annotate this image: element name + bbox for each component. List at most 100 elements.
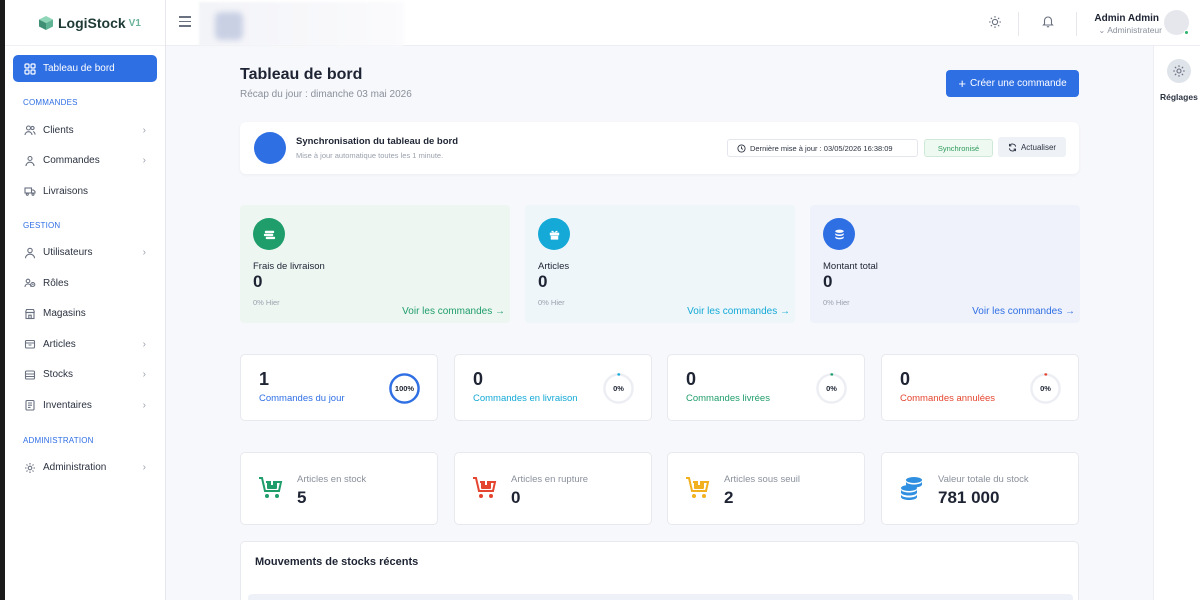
chevron-right-icon: › — [142, 399, 146, 411]
stock-card-total-value[interactable]: Valeur totale du stock 781 000 — [881, 452, 1079, 525]
progress-percent: 0% — [826, 384, 837, 393]
sidebar-item-label: Inventaires — [43, 399, 92, 411]
settings-label[interactable]: Réglages — [1160, 92, 1198, 102]
sync-status-icon — [254, 132, 286, 164]
stat-card-total-amount: Montant total 0 0% Hier Voir les command… — [810, 205, 1080, 323]
plus-icon: + — [958, 75, 966, 91]
chevron-down-icon: ⌄ — [1098, 26, 1106, 35]
sidebar-item-label: Utilisateurs — [43, 247, 93, 259]
truck-icon — [24, 185, 36, 197]
stat-comparison: 0% Hier — [253, 298, 280, 307]
order-label: Commandes en livraison — [473, 393, 578, 404]
chevron-right-icon: › — [142, 124, 146, 136]
sync-status-badge: Synchronisé — [924, 139, 993, 157]
sidebar-item-roles[interactable]: Rôles — [13, 268, 157, 299]
online-status-dot — [1184, 30, 1189, 35]
stock-card-in-stock[interactable]: Articles en stock 5 — [240, 452, 438, 525]
progress-percent: 100% — [394, 384, 415, 393]
app-name: LogiStock — [58, 14, 126, 31]
page-title: Tableau de bord — [240, 66, 363, 83]
stock-card-below-threshold[interactable]: Articles sous seuil 2 — [667, 452, 865, 525]
sidebar-item-label: Commandes — [43, 155, 100, 167]
sidebar-item-utilisateurs[interactable]: Utilisateurs › — [13, 238, 157, 269]
view-orders-link[interactable]: Voir les commandes → — [687, 306, 790, 317]
sidebar-item-label: Magasins — [43, 308, 86, 320]
sidebar-item-dashboard[interactable]: Tableau de bord — [13, 55, 157, 82]
divider — [1076, 12, 1077, 36]
sidebar-item-clients[interactable]: Clients › — [13, 115, 157, 146]
grid-icon — [24, 62, 36, 75]
order-card-delivered[interactable]: 0 Commandes livrées 0% — [667, 354, 865, 421]
stock-label: Articles sous seuil — [724, 474, 801, 485]
refresh-button[interactable]: Actualiser — [998, 137, 1066, 157]
nav-section-title: GESTION — [23, 220, 61, 230]
stock-card-out-of-stock[interactable]: Articles en rupture 0 — [454, 452, 652, 525]
sun-icon[interactable] — [988, 15, 1002, 29]
order-label: Commandes annulées — [900, 393, 996, 404]
stat-value: 0 — [253, 272, 263, 291]
sidebar-item-stocks[interactable]: Stocks › — [13, 360, 157, 391]
divider — [1018, 12, 1019, 36]
sync-title: Synchronisation du tableau de bord — [296, 136, 459, 147]
order-count: 1 — [259, 369, 270, 389]
stock-label: Articles en stock — [297, 474, 367, 485]
user-icon — [24, 247, 36, 259]
orders-icon — [24, 155, 36, 167]
progress-percent: 0% — [1040, 384, 1051, 393]
sidebar-item-label: Tableau de bord — [43, 63, 115, 74]
sidebar-item-articles[interactable]: Articles › — [13, 329, 157, 360]
sync-card: Synchronisation du tableau de bord Mise … — [240, 122, 1079, 174]
sidebar-item-commandes[interactable]: Commandes › — [13, 146, 157, 177]
chevron-right-icon: › — [142, 247, 146, 259]
bell-icon[interactable] — [1041, 14, 1055, 28]
user-role[interactable]: ⌄ Administrateur — [1090, 25, 1162, 35]
gift-icon — [538, 218, 570, 250]
users-icon — [24, 124, 36, 136]
nav-section-title: COMMANDES — [23, 98, 78, 107]
sync-subtitle: Mise à jour automatique toutes les 1 min… — [296, 151, 444, 160]
app-logo[interactable]: LogiStock V1 — [5, 0, 165, 46]
stock-value: 0 — [511, 488, 521, 507]
sidebar-item-livraisons[interactable]: Livraisons — [13, 176, 157, 207]
settings-button[interactable] — [1167, 59, 1191, 83]
last-update-info: Dernière mise à jour : 03/05/2026 16:38:… — [727, 139, 918, 157]
stat-comparison: 0% Hier — [538, 298, 565, 307]
user-role-label: Administrateur — [1107, 25, 1162, 35]
refresh-icon — [1008, 143, 1017, 151]
stat-card-delivery-fees: Frais de livraison 0 0% Hier Voir les co… — [240, 205, 510, 323]
order-count: 0 — [473, 369, 484, 389]
sidebar-item-magasins[interactable]: Magasins — [13, 299, 157, 330]
app-version: V1 — [128, 18, 141, 29]
sidebar-item-label: Articles — [43, 338, 76, 350]
stat-value: 0 — [823, 272, 833, 291]
cart-icon — [259, 477, 283, 498]
inventory-icon — [24, 399, 36, 411]
nav-section-title: ADMINISTRATION — [23, 435, 94, 445]
page-subtitle: Récap du jour : dimanche 03 mai 2026 — [240, 89, 412, 100]
sidebar-nav: Tableau de bord COMMANDES Clients › Comm… — [5, 46, 165, 483]
create-order-button[interactable]: + Créer une commande — [946, 70, 1079, 97]
sidebar-item-administration[interactable]: Administration › — [13, 453, 157, 484]
order-card-today[interactable]: 1 Commandes du jour 100% — [240, 354, 438, 421]
progress-percent: 0% — [613, 384, 624, 393]
order-label: Commandes livrées — [686, 393, 770, 404]
menu-toggle-icon[interactable] — [179, 16, 191, 27]
chevron-right-icon: › — [142, 369, 146, 381]
view-orders-link[interactable]: Voir les commandes → — [402, 306, 505, 317]
order-card-cancelled[interactable]: 0 Commandes annulées 0% — [881, 354, 1079, 421]
user-name[interactable]: Admin Admin — [1087, 13, 1159, 24]
view-orders-link[interactable]: Voir les commandes → — [972, 306, 1075, 317]
clock-icon — [737, 143, 746, 153]
chevron-right-icon: › — [142, 462, 146, 474]
stat-comparison: 0% Hier — [823, 298, 850, 307]
order-card-in-delivery[interactable]: 0 Commandes en livraison 0% — [454, 354, 652, 421]
sidebar-item-inventaires[interactable]: Inventaires › — [13, 390, 157, 421]
last-update-text: Dernière mise à jour : 03/05/2026 16:38:… — [750, 143, 893, 153]
recent-movements-card: Mouvements de stocks récents — [240, 541, 1079, 600]
money-stack-icon — [253, 218, 285, 250]
order-label: Commandes du jour — [259, 393, 345, 404]
create-order-label: Créer une commande — [969, 78, 1067, 89]
stat-label: Frais de livraison — [253, 261, 325, 272]
order-count: 0 — [686, 369, 697, 389]
stock-value: 5 — [297, 488, 307, 507]
